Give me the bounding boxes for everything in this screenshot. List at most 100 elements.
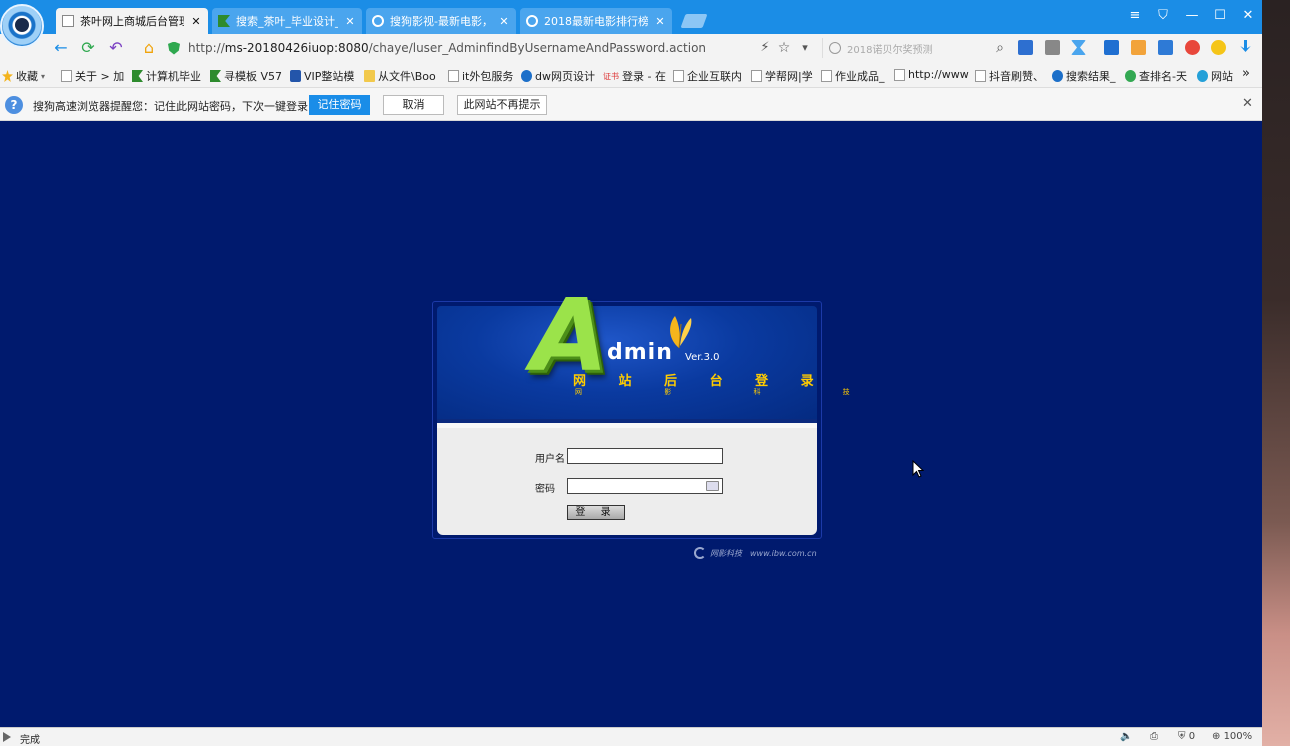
page-icon [821,70,832,82]
tab-sogou-video[interactable]: 搜狗影视-最新电影，最 ✕ [366,8,516,34]
page-icon [894,68,905,81]
page-icon [448,70,459,82]
page-content: A dmin Ver.3.0 网 站 后 台 登 录 网 影 科 技 用户名 密… [0,121,1262,727]
tab-close-icon[interactable]: ✕ [498,15,510,28]
tab-admin[interactable]: 茶叶网上商城后台管理 ✕ [56,8,208,34]
star-icon [2,70,13,82]
sogou-icon [526,15,538,27]
bookmark-item[interactable]: http://www [894,68,969,81]
site-icon [218,15,230,27]
login-panel: A dmin Ver.3.0 网 站 后 台 登 录 网 影 科 技 用户名 密… [432,286,850,539]
home-icon[interactable]: ⌂ [139,38,159,58]
zoom-level: 100% [1223,731,1253,742]
password-save-bar: ? 搜狗高速浏览器提醒您：记住此网站密码，下次一键登录！ 记住密码 取消 此网站… [0,88,1262,121]
login-form: 用户名 密码 登 录 [437,423,817,535]
bookmark-item[interactable]: VIP整站模 [290,68,354,84]
address-bar-row: ← ⟳ ↶ ⌂ http://ms-20180426iuop:8080/chay… [0,34,1262,62]
zoom-control[interactable]: ⊕ 100% [1212,731,1252,742]
never-prompt-button[interactable]: 此网站不再提示 [457,95,547,115]
site-icon [1125,70,1136,82]
sidebar-icon[interactable] [1045,40,1060,55]
status-text: 完成 [20,735,40,746]
tab-search[interactable]: 搜索_茶叶_毕业设计_计算 ✕ [212,8,362,34]
footer-brand[interactable]: 网影科技 www.ibw.com.cn [694,547,817,559]
play-icon[interactable] [3,732,11,742]
bookmark-item[interactable]: 寻模板 V57 [210,68,282,84]
close-icon[interactable]: ✕ [1242,96,1253,111]
bookmark-item[interactable]: 证书 登录 - 在 [603,68,666,84]
site-icon [1052,70,1063,82]
tab-close-icon[interactable]: ✕ [344,15,356,28]
desktop-background [1262,0,1290,746]
question-icon: ? [5,96,23,114]
admin-logo-text: dmin [607,340,673,365]
bookmark-item[interactable]: 作业成品_ [821,68,885,84]
back-icon[interactable]: ← [51,38,71,58]
extensions-icon[interactable] [1158,40,1173,55]
ad-block-icon[interactable]: ⛨ 0 [1178,731,1195,742]
login-button[interactable]: 登 录 [567,505,625,520]
notification-message: 搜狗高速浏览器提醒您：记住此网站密码，下次一键登录！ [33,100,319,113]
bookmark-item[interactable]: 网站 [1197,68,1233,84]
minimize-button[interactable]: — [1182,6,1202,26]
tab-movie-ranking[interactable]: 2018最新电影排行榜_好 ✕ [520,8,672,34]
tab-close-icon[interactable]: ✕ [654,15,666,28]
bookmark-item[interactable]: 抖音刷赞、 [975,68,1044,84]
page-icon [751,70,762,82]
remember-password-button[interactable]: 记住密码 [309,95,370,115]
save-page-icon[interactable] [1104,40,1119,55]
site-icon [1197,70,1208,82]
emoji-icon[interactable] [1211,40,1226,55]
folder-icon [364,70,375,82]
username-input[interactable] [567,448,723,464]
address-field[interactable]: http://ms-20180426iuop:8080/chaye/luser_… [168,38,818,58]
bookmark-item[interactable]: 计算机毕业 [132,68,201,84]
url-text[interactable]: http://ms-20180426iuop:8080/chaye/luser_… [188,41,706,55]
bookmark-star-icon[interactable]: ☆ [774,38,794,58]
version-label: Ver.3.0 [685,352,720,363]
bookmark-item[interactable]: 关于 > 加 [61,68,124,84]
butterfly-icon [670,316,692,349]
page-icon [62,15,74,27]
tab-title: 2018最新电影排行榜_好 [544,15,648,28]
volume-icon[interactable]: 🔈 [1120,731,1132,742]
save-icon[interactable]: ⎙ [1150,731,1158,742]
bookmark-favorites[interactable]: 收藏 ▾ [2,68,45,84]
lightning-icon[interactable]: ⚡ [755,38,775,58]
page-icon [673,70,684,82]
chevron-down-icon[interactable]: ▾ [795,38,815,58]
bookmark-folder[interactable]: 从文件\Boo [364,68,436,84]
bookmark-item[interactable]: 学帮网|学 [751,68,813,84]
bookmark-item[interactable]: 企业互联内 [673,68,742,84]
security-icon[interactable] [1185,40,1200,55]
translate-icon[interactable] [1018,40,1033,55]
search-icon[interactable]: ⌕ [996,40,1004,56]
bookmark-item[interactable]: 搜索结果_ [1052,68,1116,84]
search-placeholder: 2018诺贝尔奖预测 [847,44,933,56]
new-tab-button[interactable] [680,14,708,28]
maximize-button[interactable]: ☐ [1210,6,1230,26]
bookmark-item[interactable]: dw网页设计 [521,68,595,84]
undo-icon[interactable]: ↶ [106,38,126,58]
password-input[interactable] [567,478,723,494]
page-icon [61,70,72,82]
tab-close-icon[interactable]: ✕ [190,15,202,28]
bookmark-item[interactable]: it外包服务 [448,68,513,84]
tab-title: 搜狗影视-最新电影，最 [390,15,492,28]
browser-logo-icon[interactable] [0,4,44,48]
tab-title: 茶叶网上商城后台管理 [80,15,184,28]
search-box[interactable]: 2018诺贝尔奖预测 ⌕ [822,38,1004,58]
cancel-button[interactable]: 取消 [383,95,444,115]
keyboard-icon[interactable] [706,481,719,491]
refresh-icon[interactable]: ⟳ [78,38,98,58]
bookmarks-more-icon[interactable]: » [1242,66,1250,81]
menu-icon[interactable]: ≡ [1125,6,1145,26]
ad-block-count: 0 [1188,731,1196,742]
bookmark-item[interactable]: 查排名-天 [1125,68,1187,84]
skin-icon[interactable]: ⛉ [1153,6,1173,26]
site-icon [210,70,221,82]
mobile-sync-icon[interactable] [1131,40,1146,55]
tab-strip: 茶叶网上商城后台管理 ✕ 搜索_茶叶_毕业设计_计算 ✕ 搜狗影视-最新电影，最… [0,0,1262,48]
brand-name: 网影科技 [710,548,742,558]
close-window-button[interactable]: ✕ [1238,6,1258,26]
